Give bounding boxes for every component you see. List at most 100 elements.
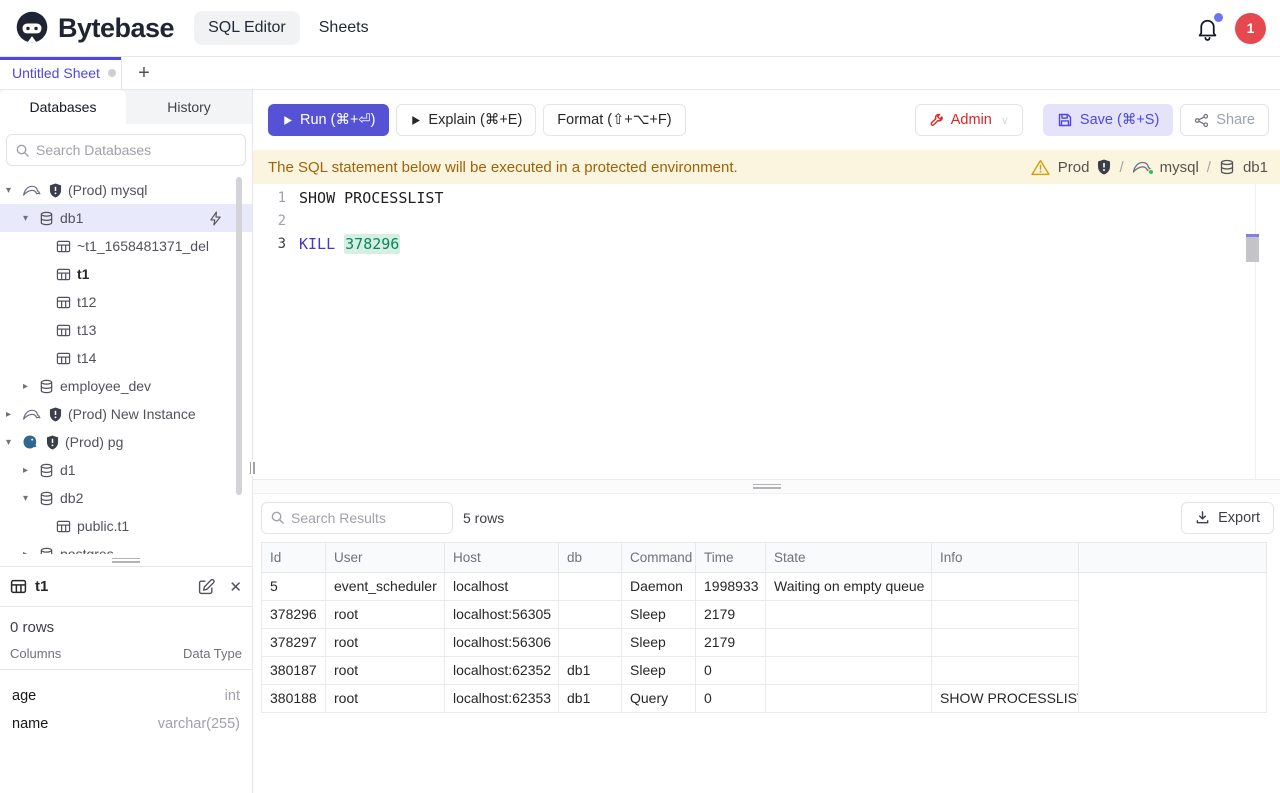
tree-item-t13[interactable]: t13 — [0, 316, 252, 344]
expander-icon[interactable]: ▾ — [6, 185, 22, 196]
explain-button[interactable]: Explain (⌘+E) — [396, 104, 536, 136]
results-search[interactable] — [261, 502, 453, 534]
breadcrumb-instance[interactable]: mysql — [1160, 159, 1199, 176]
cell[interactable] — [932, 628, 1079, 656]
expander-icon[interactable]: ▸ — [23, 549, 39, 555]
cell[interactable]: root — [326, 600, 445, 628]
tab-databases[interactable]: Databases — [0, 90, 126, 124]
cell[interactable] — [559, 600, 622, 628]
cell[interactable]: root — [326, 628, 445, 656]
cell[interactable]: localhost — [445, 572, 559, 600]
cell[interactable]: SHOW PROCESSLIST — [932, 684, 1079, 712]
column-header-state[interactable]: State — [766, 542, 932, 572]
cell[interactable] — [766, 684, 932, 712]
column-header-time[interactable]: Time — [696, 542, 766, 572]
cell[interactable]: Sleep — [622, 628, 696, 656]
expander-icon[interactable]: ▸ — [23, 381, 39, 392]
format-button[interactable]: Format (⇧+⌥+F) — [543, 104, 685, 136]
breadcrumb-database[interactable]: db1 — [1243, 159, 1268, 176]
cell[interactable]: 0 — [696, 656, 766, 684]
cell[interactable]: Query — [622, 684, 696, 712]
expander-icon[interactable]: ▾ — [23, 493, 39, 504]
cell[interactable]: 5 — [262, 572, 326, 600]
cell[interactable]: 2179 — [696, 628, 766, 656]
tree-item-db1[interactable]: ▾db1 — [0, 204, 252, 232]
cell[interactable]: event_scheduler — [326, 572, 445, 600]
export-button[interactable]: Export — [1181, 502, 1274, 534]
cell[interactable]: localhost:56306 — [445, 628, 559, 656]
tab-untitled-sheet[interactable]: Untitled Sheet — [0, 57, 122, 89]
cell[interactable]: 2179 — [696, 600, 766, 628]
cell[interactable]: root — [326, 684, 445, 712]
tree-item-d1[interactable]: ▸d1 — [0, 456, 252, 484]
run-button[interactable]: Run (⌘+⏎) — [268, 104, 389, 136]
tree-item-t1-1658481371-del[interactable]: ~t1_1658481371_del — [0, 232, 252, 260]
tree-item-employee-dev[interactable]: ▸employee_dev — [0, 372, 252, 400]
edit-schema-icon[interactable] — [198, 578, 215, 595]
cell[interactable]: 380187 — [262, 656, 326, 684]
nav-sql-editor[interactable]: SQL Editor — [194, 11, 300, 45]
tree-item-db2[interactable]: ▾db2 — [0, 484, 252, 512]
expander-icon[interactable]: ▸ — [23, 465, 39, 476]
database-search[interactable] — [6, 134, 246, 166]
tree-item-postgres[interactable]: ▸postgres — [0, 540, 252, 554]
close-icon[interactable]: ✕ — [229, 578, 242, 596]
tree-item-t12[interactable]: t12 — [0, 288, 252, 316]
cell[interactable] — [932, 572, 1079, 600]
tab-history[interactable]: History — [126, 90, 252, 124]
share-button[interactable]: Share — [1180, 104, 1269, 136]
column-header-info[interactable]: Info — [932, 542, 1079, 572]
nav-sheets[interactable]: Sheets — [319, 19, 369, 37]
tree-item-prod-pg[interactable]: ▾(Prod) pg — [0, 428, 252, 456]
cell[interactable] — [559, 628, 622, 656]
cell[interactable]: 0 — [696, 684, 766, 712]
admin-mode-button[interactable]: Admin ∨ — [915, 104, 1023, 136]
cell[interactable] — [766, 656, 932, 684]
cell[interactable]: localhost:62352 — [445, 656, 559, 684]
tree-item-prod-mysql[interactable]: ▾(Prod) mysql — [0, 176, 252, 204]
cell[interactable]: 380188 — [262, 684, 326, 712]
lightning-icon[interactable] — [209, 211, 222, 226]
column-header-id[interactable]: Id — [262, 542, 326, 572]
tree-panel-resize-handle[interactable] — [0, 554, 252, 566]
bytebase-logo[interactable]: Bytebase — [14, 10, 174, 46]
sql-editor[interactable]: 1SHOW PROCESSLIST23KILL 378296 — [253, 184, 1280, 479]
add-sheet-button[interactable]: + — [122, 57, 166, 89]
cell[interactable]: Waiting on empty queue — [766, 572, 932, 600]
notifications-button[interactable] — [1195, 15, 1221, 41]
column-header-user[interactable]: User — [326, 542, 445, 572]
cell[interactable] — [932, 600, 1079, 628]
cell[interactable] — [766, 628, 932, 656]
cell[interactable]: localhost:62353 — [445, 684, 559, 712]
cell[interactable]: Daemon — [622, 572, 696, 600]
tree-item-public-t1[interactable]: public.t1 — [0, 512, 252, 540]
column-header-command[interactable]: Command — [622, 542, 696, 572]
cell[interactable]: db1 — [559, 656, 622, 684]
cell[interactable] — [932, 656, 1079, 684]
column-header-host[interactable]: Host — [445, 542, 559, 572]
cell[interactable]: Sleep — [622, 656, 696, 684]
column-header-db[interactable]: db — [559, 542, 622, 572]
tree-item-t14[interactable]: t14 — [0, 344, 252, 372]
cell[interactable]: localhost:56305 — [445, 600, 559, 628]
cell[interactable]: root — [326, 656, 445, 684]
cell[interactable]: db1 — [559, 684, 622, 712]
save-button[interactable]: Save (⌘+S) — [1043, 104, 1173, 136]
tree-item-prod-new-instance[interactable]: ▸(Prod) New Instance — [0, 400, 252, 428]
cell[interactable]: 378297 — [262, 628, 326, 656]
cell[interactable]: Sleep — [622, 600, 696, 628]
expander-icon[interactable]: ▸ — [6, 409, 22, 420]
results-resize-handle[interactable] — [253, 479, 1280, 494]
cell[interactable] — [559, 572, 622, 600]
expander-icon[interactable]: ▾ — [6, 437, 22, 448]
database-search-input[interactable] — [36, 142, 237, 158]
sidebar-resize-handle[interactable] — [248, 460, 256, 476]
cell[interactable] — [766, 600, 932, 628]
cell[interactable]: 378296 — [262, 600, 326, 628]
table-row[interactable]: 5event_schedulerlocalhost Daemon1998933Wa… — [262, 572, 1267, 600]
cell[interactable]: 1998933 — [696, 572, 766, 600]
tree-item-t1[interactable]: t1 — [0, 260, 252, 288]
breadcrumb-environment[interactable]: Prod — [1058, 159, 1090, 176]
avatar[interactable]: 1 — [1235, 13, 1266, 44]
tree-scrollbar[interactable] — [236, 177, 242, 495]
